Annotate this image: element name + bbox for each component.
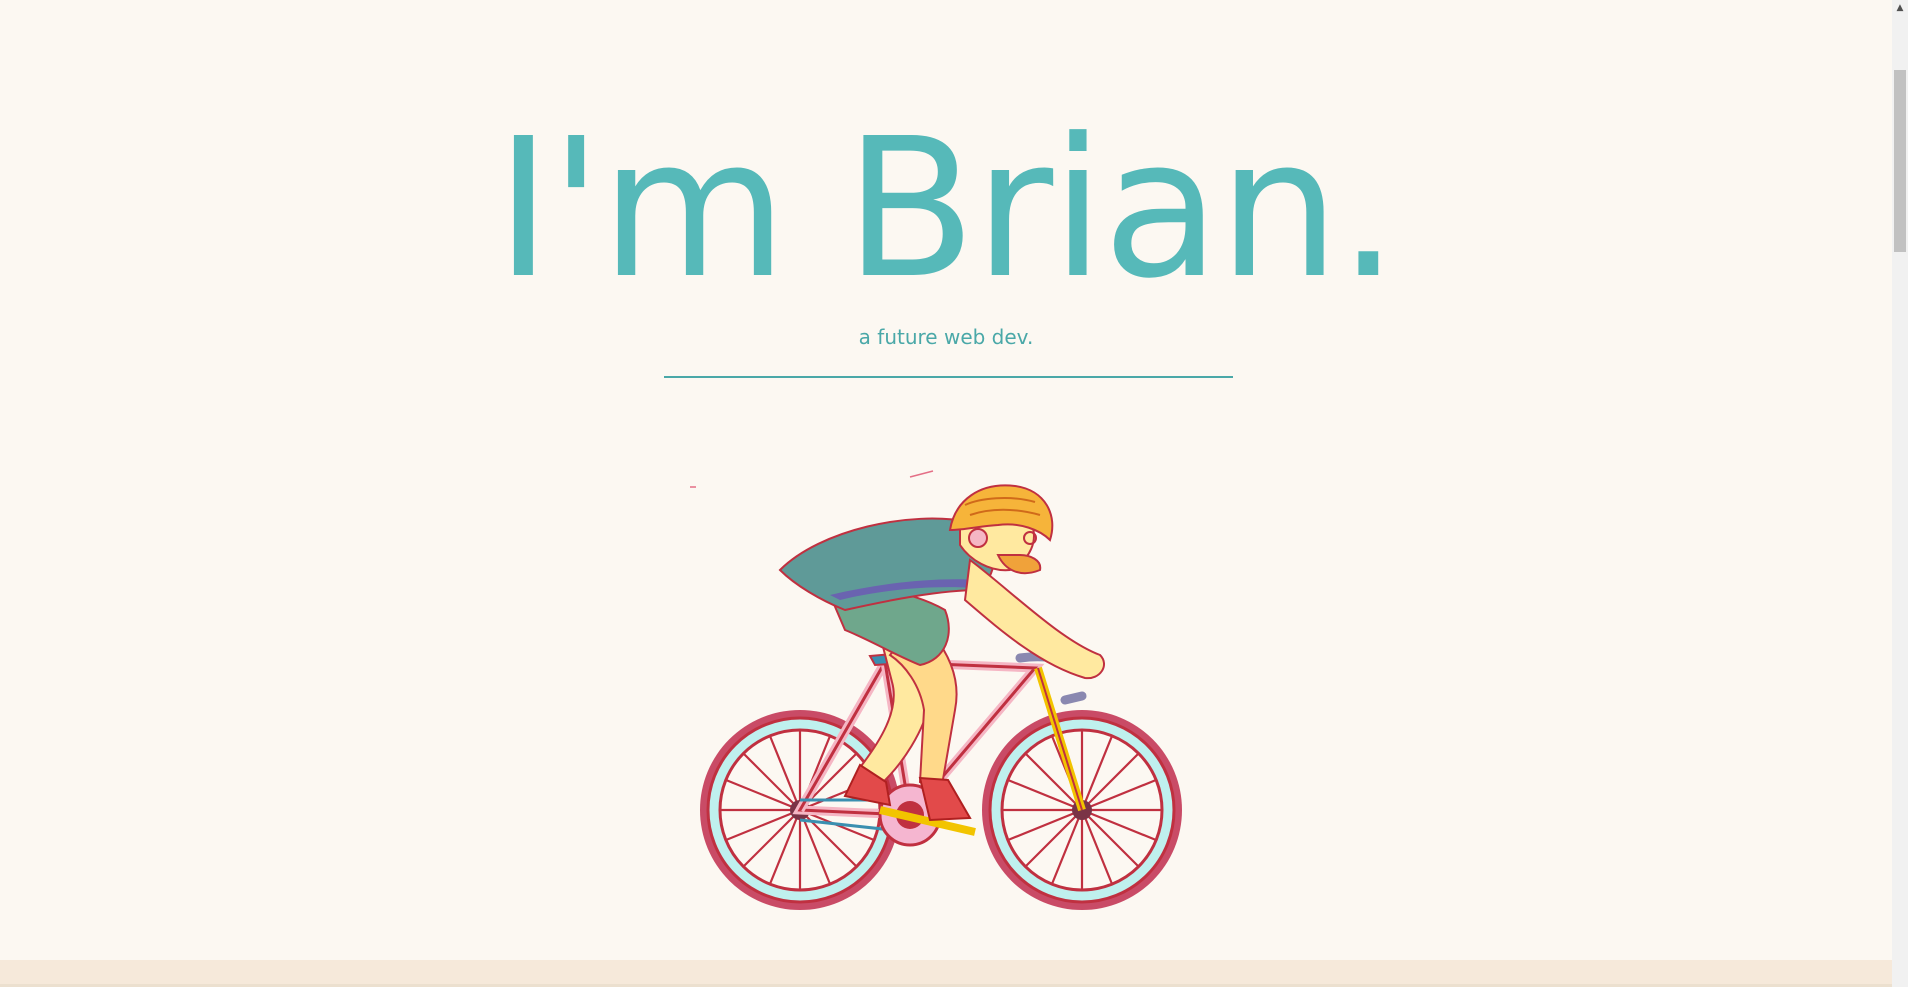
hero-title: I'm Brian. [495,98,1399,321]
vertical-scrollbar[interactable]: ▲ [1892,0,1908,987]
scrollbar-thumb[interactable] [1894,70,1906,252]
scroll-up-arrow-icon[interactable]: ▲ [1892,0,1908,16]
next-section-edge [0,960,1892,987]
title-divider [664,376,1233,378]
cyclist-illustration [690,470,1182,910]
hero-subtitle: a future web dev. [858,325,1034,349]
landing-page: I'm Brian. a future web dev. [0,0,1892,987]
